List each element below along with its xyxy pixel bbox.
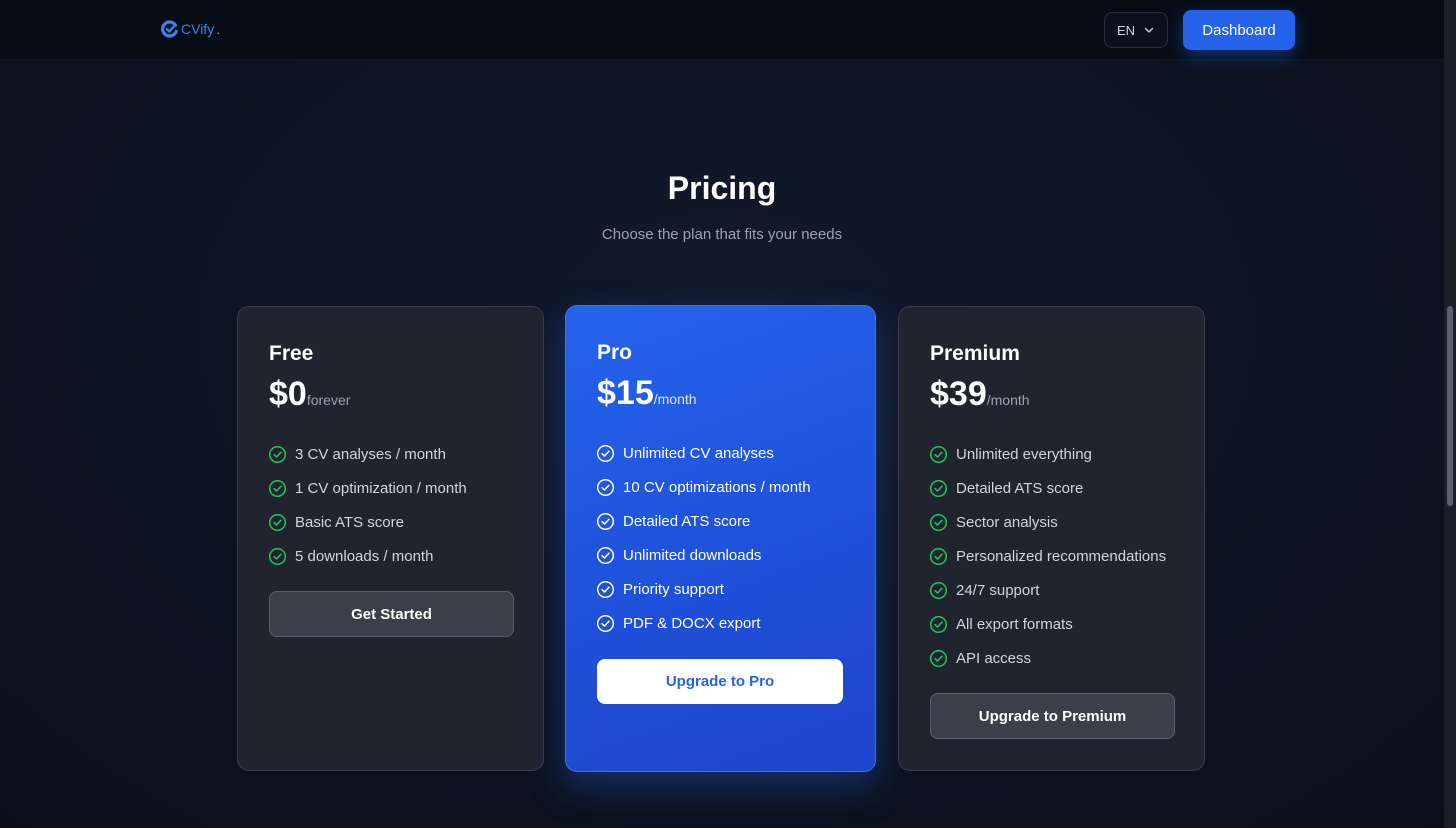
feature-list: 3 CV analyses / month 1 CV optimization … <box>268 437 467 573</box>
page-subtitle: Choose the plan that fits your needs <box>601 226 843 243</box>
check-circle-icon <box>929 547 948 565</box>
plan-price: $0 forever <box>269 375 350 414</box>
feature-item: Sector analysis <box>929 505 1166 539</box>
feature-text: API access <box>956 649 1032 667</box>
feature-item: 1 CV optimization / month <box>268 471 467 505</box>
check-circle-icon <box>596 614 615 632</box>
pricing-page: CVify. EN Dashboard Pricing Choose the p… <box>0 0 1456 828</box>
feature-text: 1 CV optimization / month <box>295 479 467 497</box>
get-started-button[interactable]: Get Started <box>269 591 514 637</box>
logo[interactable]: CVify. <box>161 20 220 38</box>
feature-text: Unlimited CV analyses <box>623 444 774 462</box>
feature-text: 10 CV optimizations / month <box>623 478 811 496</box>
plan-name: Premium <box>930 342 1020 365</box>
feature-text: Detailed ATS score <box>623 512 751 530</box>
feature-text: Personalized recommendations <box>956 547 1167 565</box>
plan-name: Free <box>269 342 314 365</box>
price-period: forever <box>306 392 351 408</box>
check-circle-icon <box>929 479 948 497</box>
dashboard-button[interactable]: Dashboard <box>1183 10 1295 50</box>
check-circle-icon <box>929 445 948 463</box>
chevron-down-icon <box>1144 27 1154 33</box>
feature-text: Basic ATS score <box>295 513 404 531</box>
check-circle-icon <box>268 513 287 531</box>
price-amount: $39 <box>930 375 987 413</box>
upgrade-to-pro-button[interactable]: Upgrade to Pro <box>597 659 843 704</box>
feature-item: 3 CV analyses / month <box>268 437 467 471</box>
feature-item: Basic ATS score <box>268 505 467 539</box>
feature-item: Detailed ATS score <box>929 471 1166 505</box>
logo-text: CVify <box>181 21 215 37</box>
plan-card-free: Free $0 forever 3 CV analyses / month 1 … <box>237 306 544 771</box>
feature-item: 10 CV optimizations / month <box>596 470 811 504</box>
vertical-scrollbar[interactable] <box>1444 0 1456 828</box>
check-circle-icon <box>929 581 948 599</box>
check-circle-icon <box>929 615 948 633</box>
check-circle-icon <box>596 546 615 564</box>
price-period: /month <box>653 391 697 407</box>
feature-text: Detailed ATS score <box>956 479 1084 497</box>
feature-item: API access <box>929 641 1166 675</box>
upgrade-to-premium-button[interactable]: Upgrade to Premium <box>930 693 1175 739</box>
feature-list: Unlimited CV analyses 10 CV optimization… <box>596 436 811 640</box>
price-amount: $15 <box>597 374 654 412</box>
plan-name: Pro <box>597 341 633 364</box>
feature-item: Personalized recommendations <box>929 539 1166 573</box>
feature-text: 5 downloads / month <box>295 547 434 565</box>
feature-item: 5 downloads / month <box>268 539 467 573</box>
page-title: Pricing <box>667 170 777 206</box>
check-circle-icon <box>596 512 615 530</box>
plan-price: $15 /month <box>597 374 697 413</box>
check-circle-icon <box>929 513 948 531</box>
feature-text: Sector analysis <box>956 513 1058 531</box>
check-circle-icon <box>596 580 615 598</box>
feature-item: Unlimited CV analyses <box>596 436 811 470</box>
check-circle-icon <box>268 479 287 497</box>
plan-card-pro: Pro $15 /month Unlimited CV analyses 10 … <box>565 305 876 772</box>
feature-item: Detailed ATS score <box>596 504 811 538</box>
language-selector[interactable]: EN <box>1104 12 1168 48</box>
feature-item: Unlimited everything <box>929 437 1166 471</box>
check-circle-icon <box>268 445 287 463</box>
top-navbar: CVify. EN Dashboard <box>0 0 1444 60</box>
logo-dot: . <box>216 21 221 37</box>
plan-price: $39 /month <box>930 375 1030 414</box>
feature-item: Priority support <box>596 572 811 606</box>
scrollbar-thumb[interactable] <box>1447 306 1453 506</box>
price-amount: $0 <box>269 375 307 413</box>
cvify-logo-icon <box>161 20 178 38</box>
language-label: EN <box>1116 22 1136 38</box>
check-circle-icon <box>929 649 948 667</box>
feature-list: Unlimited everything Detailed ATS score … <box>929 437 1166 675</box>
price-period: /month <box>986 392 1030 408</box>
feature-text: 24/7 support <box>956 581 1040 599</box>
feature-item: PDF & DOCX export <box>596 606 811 640</box>
feature-text: All export formats <box>956 615 1073 633</box>
feature-text: Unlimited downloads <box>623 546 762 564</box>
feature-item: 24/7 support <box>929 573 1166 607</box>
check-circle-icon <box>268 547 287 565</box>
feature-text: 3 CV analyses / month <box>295 445 446 463</box>
check-circle-icon <box>596 478 615 496</box>
check-circle-icon <box>596 444 615 462</box>
feature-item: All export formats <box>929 607 1166 641</box>
feature-text: Unlimited everything <box>956 445 1092 463</box>
plan-card-premium: Premium $39 /month Unlimited everything … <box>898 306 1205 771</box>
feature-item: Unlimited downloads <box>596 538 811 572</box>
feature-text: Priority support <box>623 580 724 598</box>
feature-text: PDF & DOCX export <box>623 614 761 632</box>
